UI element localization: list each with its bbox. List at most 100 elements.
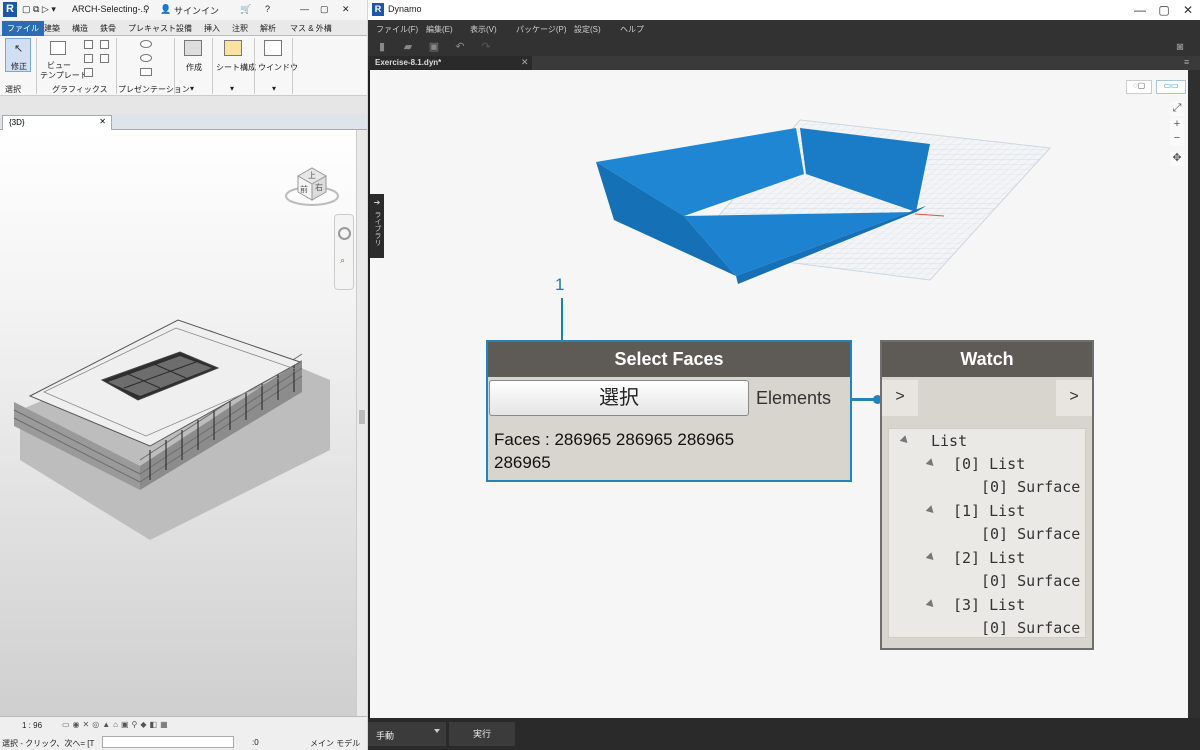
save-icon[interactable]: ▣ [428,41,440,53]
binoculars-icon[interactable]: ⚲ [143,4,150,15]
signin-link[interactable]: サインイン [174,4,219,17]
library-tab[interactable]: ➔ ライブラリ [370,194,384,258]
watch-node[interactable]: Watch > > List [0] List [0] Surface [1] … [880,340,1094,650]
ribbon-tab-file[interactable]: ファイル [2,21,44,36]
graphics-icon-5[interactable] [84,68,93,77]
redo-icon[interactable]: ↷ [480,41,492,53]
zoom-fit-icon[interactable]: ⤢ [1170,102,1184,116]
tab-menu-icon[interactable]: ≡ [1184,57,1189,67]
expand-icon[interactable] [925,505,937,516]
cart-icon[interactable]: 🛒 [240,4,251,15]
select-button[interactable]: 選択 [489,380,749,416]
view-tab-label: {3D} [9,118,25,127]
watch-input-port[interactable]: > [882,380,918,416]
dynamo-title: Dynamo [388,4,422,14]
revit-logo[interactable]: R [3,2,17,17]
open-file-icon[interactable]: ▰ [402,41,414,53]
modify-button[interactable]: ↖ 修正 [5,38,31,72]
elements-output-port[interactable]: Elements [756,388,831,409]
canvas-scrollbar[interactable] [1188,70,1200,718]
graphics-icon-3[interactable] [84,54,93,63]
create-icon[interactable] [184,40,202,56]
watch-output-port[interactable]: > [1056,380,1092,416]
restore-button[interactable]: ▢ [320,4,329,15]
close-tab-icon[interactable]: ✕ [521,57,529,68]
close-button[interactable]: ✕ [1176,2,1200,18]
tree-leaf-1: [0] Surface [981,525,1081,543]
viewcube[interactable]: 上 前 右 [284,160,340,208]
view-scale[interactable]: 1 : 96 [22,721,42,730]
menu-edit[interactable]: 編集(E) [426,24,453,35]
ribbon-tab-massing[interactable]: マス & 外構 [290,23,332,34]
ribbon-tab-annotate[interactable]: 注釈 [232,23,248,34]
graphics-icon-4[interactable] [100,54,109,63]
close-view-icon[interactable]: ✕ [99,117,106,126]
window-icon[interactable] [264,40,282,56]
ribbon-tab-structure[interactable]: 構造 [72,23,88,34]
steering-wheel-icon[interactable] [338,227,351,240]
graphics-icon-2[interactable] [100,40,109,49]
camera-icon[interactable]: ◙ [1174,41,1186,53]
ribbon-tab-architecture[interactable]: 建築 [44,23,60,34]
view-tab-3d[interactable]: {3D} ✕ [2,115,112,130]
revit-3d-view[interactable]: 上 前 右 ⌕ [0,130,356,716]
ribbon-separator [116,38,117,94]
window-dropdown-icon[interactable]: ▾ [272,84,276,93]
menu-help[interactable]: ヘルプ [620,24,644,35]
expand-icon[interactable] [925,599,937,610]
scroll-thumb[interactable] [359,410,365,424]
revit-view-scrollbar[interactable] [356,130,367,716]
expand-icon[interactable] [925,552,937,563]
ribbon-panel: ↖ 修正 選択 ビュー テンプレート グラフィックス プレゼンテーション 作成 … [0,36,367,96]
quick-access-icons[interactable]: ▢ ⧉ ▷ ▾ [22,4,56,15]
watch-tree[interactable]: List [0] List [0] Surface [1] List [0] S… [888,428,1086,638]
menu-settings[interactable]: 設定(S) [574,24,601,35]
minimize-button[interactable]: — [1128,2,1152,18]
pan-icon[interactable]: ✥ [1170,152,1184,166]
graphics-icon-1[interactable] [84,40,93,49]
select-faces-title[interactable]: Select Faces [488,342,850,377]
close-button[interactable]: ✕ [342,4,350,15]
view-control-icons[interactable]: ▭◉✕◎▲⌂▣⚲◆◧▦ [62,720,171,729]
ribbon-tab-systems[interactable]: 設備 [176,23,192,34]
view-template-icon[interactable] [50,41,66,55]
graph-view-toggle[interactable]: ▭▭ [1156,80,1186,94]
menu-file[interactable]: ファイル(F) [376,24,418,35]
workspace-tab[interactable]: Exercise-8.1.dyn* [368,56,532,70]
zoom-out-icon[interactable]: − [1170,132,1184,146]
presentation-icon-3[interactable] [140,68,152,76]
user-icon[interactable]: 👤 [160,4,171,15]
new-file-icon[interactable]: ▮ [376,41,388,53]
ribbon-tab-analyze[interactable]: 解析 [260,23,276,34]
presentation-icon-2[interactable] [140,54,152,62]
graph-canvas[interactable]: ◌▢ ▭▭ ⤢ + − ✥ ➔ ライブラリ 1 Select Faces 選択 … [370,70,1188,718]
viewcube-top-label: 上 [308,171,316,180]
maximize-button[interactable]: ▢ [1152,2,1176,18]
background-preview-toggle[interactable]: ◌▢ [1126,80,1152,94]
select-faces-node[interactable]: Select Faces 選択 Elements Faces : 286965 … [486,340,852,482]
minimize-button[interactable]: — [300,4,309,14]
watch-title[interactable]: Watch [882,342,1092,377]
chevron-down-icon[interactable] [434,729,440,733]
expand-icon[interactable] [899,435,911,446]
run-mode-dropdown[interactable]: 手動 [368,722,446,746]
design-option[interactable]: メイン モデル [310,738,360,749]
help-icon[interactable]: ? [265,4,270,14]
expand-icon[interactable] [925,458,937,469]
run-button[interactable]: 実行 [449,722,515,746]
ribbon-tab-steel[interactable]: 鉄骨 [100,23,116,34]
menu-packages[interactable]: パッケージ(P) [516,24,567,35]
zoom-in-icon[interactable]: + [1170,118,1184,132]
presentation-icon-1[interactable] [140,40,152,48]
sheet-icon[interactable] [224,40,242,56]
workset-dropdown[interactable] [102,736,234,748]
ribbon-tab-precast[interactable]: プレキャスト [128,23,176,34]
sheet-dropdown-icon[interactable]: ▾ [230,84,234,93]
select-dropdown[interactable]: 選択 [5,84,21,95]
menu-view[interactable]: 表示(V) [470,24,497,35]
ribbon-tab-insert[interactable]: 挿入 [204,23,220,34]
create-dropdown-icon[interactable]: ▾ [190,84,194,93]
zoom-icon[interactable]: ⌕ [340,255,345,266]
selection-ids-line1: Faces : 286965 286965 286965 [494,430,735,449]
undo-icon[interactable]: ↶ [454,41,466,53]
